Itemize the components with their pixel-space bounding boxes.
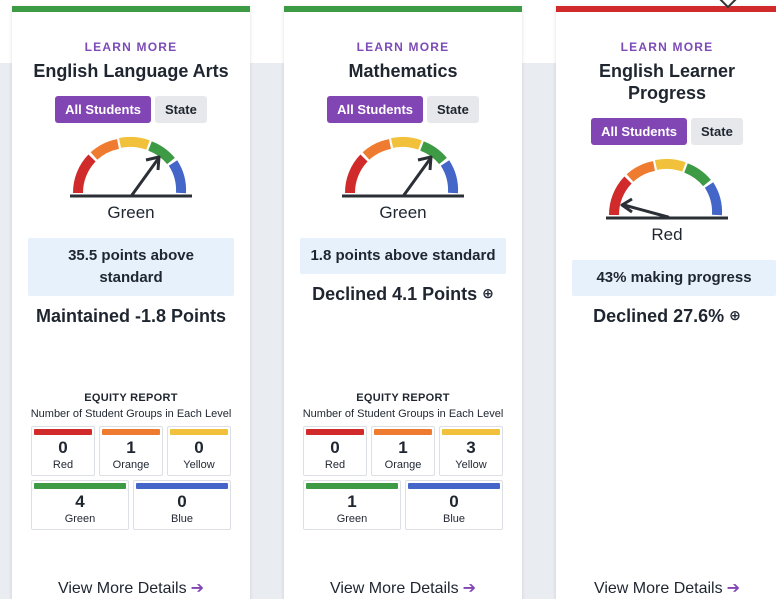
change-label: Declined 27.6% [593, 306, 725, 326]
performance-gauge-icon [606, 158, 728, 220]
blue-bar [408, 483, 500, 489]
card-title: English Learner Progress [598, 61, 736, 103]
change-text: Maintained -1.8 Points [35, 306, 227, 326]
state-button[interactable]: State [427, 96, 479, 123]
equity-report: EQUITY REPORT Number of Student Groups i… [12, 392, 250, 530]
status-box: 35.5 points above standard [28, 238, 234, 296]
card-english-learner-progress: LEARN MORE English Learner Progress All … [556, 6, 776, 599]
view-more-details-label: View More Details [57, 580, 187, 597]
equity-cell-yellow: 3 Yellow [439, 426, 503, 476]
equity-cell-blue: 0 Blue [405, 480, 503, 530]
view-more-details-label: View More Details [329, 580, 459, 597]
green-count: 4 [75, 492, 85, 511]
arrow-down-circle-icon: ⊕ [729, 307, 741, 323]
performance-color: Green [107, 203, 155, 222]
red-count: 0 [58, 438, 68, 457]
green-bar [34, 483, 126, 489]
orange-count: 1 [126, 438, 136, 457]
arrow-right-icon: ➔ [462, 580, 477, 597]
blue-label: Blue [170, 513, 194, 525]
all-students-button[interactable]: All Students [591, 118, 688, 145]
equity-report: EQUITY REPORT Number of Student Groups i… [284, 392, 522, 530]
red-bar [34, 429, 92, 435]
equity-cell-red: 0 Red [303, 426, 367, 476]
card-mathematics: LEARN MORE Mathematics All Students Stat… [284, 6, 522, 599]
yellow-label: Yellow [183, 459, 215, 471]
state-button[interactable]: State [155, 96, 207, 123]
equity-report-subtitle: Number of Student Groups in Each Level [30, 408, 232, 420]
red-bar [306, 429, 364, 435]
blue-bar [136, 483, 228, 489]
performance-gauge-icon [70, 136, 192, 198]
all-students-button[interactable]: All Students [55, 96, 152, 123]
equity-report-title: EQUITY REPORT [356, 392, 450, 404]
blue-count: 0 [177, 492, 187, 511]
equity-cell-green: 1 Green [303, 480, 401, 530]
green-label: Green [336, 513, 368, 525]
card-english-language-arts: LEARN MORE English Language Arts All Stu… [12, 6, 250, 599]
green-count: 1 [347, 492, 357, 511]
orange-label: Orange [384, 459, 422, 471]
blue-label: Blue [442, 513, 466, 525]
orange-bar [374, 429, 432, 435]
equity-report-subtitle: Number of Student Groups in Each Level [302, 408, 504, 420]
state-button[interactable]: State [691, 118, 743, 145]
view-more-details-link[interactable]: View More Details ➔ [12, 578, 250, 598]
red-label: Red [52, 459, 74, 471]
equity-cell-red: 0 Red [31, 426, 95, 476]
change-label: Declined 4.1 Points [312, 284, 478, 304]
card-title: English Language Arts [33, 61, 229, 81]
equity-cell-yellow: 0 Yellow [167, 426, 231, 476]
yellow-label: Yellow [455, 459, 487, 471]
performance-color: Red [651, 225, 683, 244]
arrow-down-circle-icon: ⊕ [482, 285, 494, 301]
red-count: 0 [330, 438, 340, 457]
arrow-right-icon: ➔ [726, 580, 741, 597]
equity-report-title: EQUITY REPORT [84, 392, 178, 404]
orange-bar [102, 429, 160, 435]
status-box: 43% making progress [572, 260, 776, 296]
green-label: Green [64, 513, 96, 525]
orange-count: 1 [398, 438, 408, 457]
view-more-details-label: View More Details [593, 580, 723, 597]
all-students-button[interactable]: All Students [327, 96, 424, 123]
learn-more-link[interactable]: LEARN MORE [12, 40, 250, 54]
student-toggle: All Students State [12, 96, 250, 123]
change-text: Declined 4.1 Points ⊕ [284, 284, 522, 305]
equity-cell-orange: 1 Orange [99, 426, 163, 476]
green-bar [306, 483, 398, 489]
performance-gauge-icon [342, 136, 464, 198]
yellow-bar [442, 429, 500, 435]
equity-cell-blue: 0 Blue [133, 480, 231, 530]
view-more-details-link[interactable]: View More Details ➔ [556, 578, 776, 598]
card-title: Mathematics [348, 61, 458, 81]
orange-label: Orange [112, 459, 150, 471]
student-toggle: All Students State [284, 96, 522, 123]
yellow-count: 3 [466, 438, 476, 457]
equity-cell-orange: 1 Orange [371, 426, 435, 476]
performance-color: Green [379, 203, 427, 222]
learn-more-link[interactable]: LEARN MORE [284, 40, 522, 54]
yellow-bar [170, 429, 228, 435]
red-label: Red [324, 459, 346, 471]
learn-more-link[interactable]: LEARN MORE [556, 40, 776, 54]
yellow-count: 0 [194, 438, 204, 457]
arrow-right-icon: ➔ [190, 580, 205, 597]
blue-count: 0 [449, 492, 459, 511]
change-text: Declined 27.6% ⊕ [556, 306, 776, 327]
equity-cell-green: 4 Green [31, 480, 129, 530]
student-toggle: All Students State [556, 118, 776, 145]
status-box: 1.8 points above standard [300, 238, 506, 274]
view-more-details-link[interactable]: View More Details ➔ [284, 578, 522, 598]
